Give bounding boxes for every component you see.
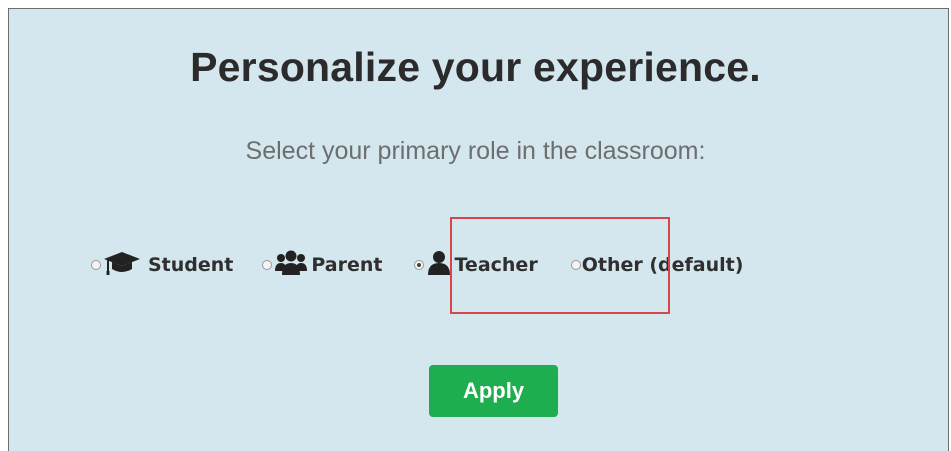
other-radio[interactable]: [570, 260, 581, 270]
student-label: Student: [148, 254, 234, 276]
role-option-parent[interactable]: Parent: [262, 250, 383, 281]
student-radio[interactable]: [91, 260, 101, 270]
parent-radio[interactable]: [262, 260, 273, 270]
other-label: Other (default): [581, 254, 744, 276]
users-icon: [274, 250, 308, 281]
user-icon: [426, 250, 452, 281]
page-title: Personalize your experience.: [190, 44, 761, 90]
page-subtitle: Select your primary role in the classroo…: [245, 137, 706, 165]
parent-label: Parent: [311, 254, 383, 276]
role-option-other[interactable]: Other (default): [570, 254, 744, 276]
role-option-teacher[interactable]: Teacher: [413, 250, 538, 281]
teacher-label: Teacher: [454, 254, 538, 276]
role-radio-group: Student Parent Teacher Other (default): [91, 245, 743, 285]
graduation-cap-icon: [103, 250, 141, 281]
teacher-radio[interactable]: [413, 260, 424, 270]
role-option-student[interactable]: Student: [91, 250, 233, 281]
apply-button[interactable]: Apply: [429, 365, 558, 417]
